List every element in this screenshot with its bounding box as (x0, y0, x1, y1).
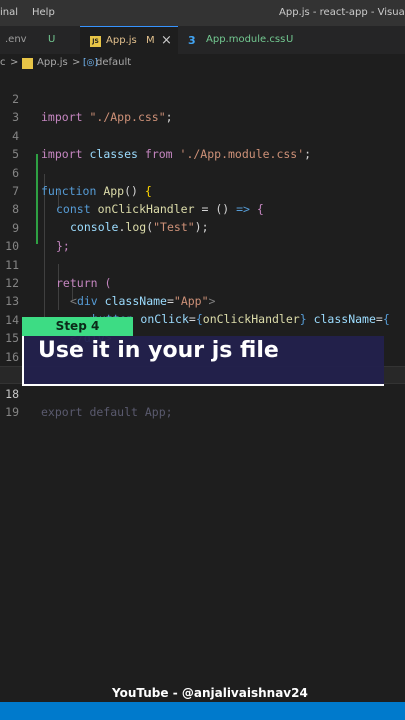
code-line-5: 5 (0, 127, 405, 161)
tab-label: App.module.css (206, 34, 286, 45)
close-icon[interactable]: × (161, 33, 172, 48)
caption-box: Use it in your js file (22, 336, 384, 386)
tab-env[interactable]: .env U (0, 26, 78, 54)
line-number: 19 (5, 405, 19, 419)
youtube-credit: YouTube - @anjalivaishnav24 (112, 686, 308, 700)
caption-text: Use it in your js file (38, 338, 279, 363)
code-line-9: 9 }; (0, 201, 405, 253)
menu-terminal[interactable]: inal (0, 7, 18, 18)
code-line-10: 10 (0, 219, 405, 253)
breadcrumb-folder[interactable]: c (0, 57, 6, 68)
code-line-6: 6 function App() { (0, 146, 405, 198)
menu-help[interactable]: Help (32, 7, 55, 18)
status-bar: YouTube - @anjalivaishnav24 (0, 686, 405, 720)
code-line-14: 14 </div> (0, 293, 405, 345)
tab-status: M (146, 35, 155, 46)
tab-status: U (48, 34, 56, 45)
tab-bar: .env U JS App.js M × 3 App.module.css U (0, 26, 405, 54)
code-line-19: 19 (0, 385, 405, 419)
breadcrumb: c > App.js > [◎] default (0, 54, 405, 72)
code-line-12: 12 <div className="App"> (0, 256, 405, 308)
breadcrumb-separator: > (72, 57, 81, 68)
javascript-file-icon: JS (90, 36, 101, 47)
code-line-4: 4 import classes from './App.module.css'… (0, 109, 405, 161)
breadcrumb-file[interactable]: App.js (37, 57, 68, 68)
breadcrumb-separator: > (10, 57, 19, 68)
tab-app-module-css[interactable]: 3 App.module.css U (180, 26, 315, 54)
javascript-file-icon (22, 58, 33, 69)
tab-label: App.js (106, 35, 137, 46)
window-title: App.js - react-app - Visual S (279, 7, 405, 18)
css-file-icon: 3 (188, 34, 196, 47)
code-line-13: 13 <button onClick={onClickHandler} clas… (0, 274, 405, 326)
ghost-code: export default App; (41, 405, 173, 419)
title-bar: inal Help App.js - react-app - Visual S (0, 0, 405, 26)
code-line-11: 11 return ( (0, 238, 405, 290)
step-badge: Step 4 (22, 317, 133, 336)
tab-label: .env (5, 34, 27, 45)
tab-status: U (286, 34, 294, 45)
tab-app-js[interactable]: JS App.js M × (80, 26, 178, 54)
code-line-7: 7 const onClickHandler = () => { (0, 164, 405, 216)
code-line-3: 3 (0, 90, 405, 124)
code-line-2: 2 import "./App.css"; (0, 72, 405, 124)
code-line-8: 8 console.log("Test"); (0, 182, 405, 234)
breadcrumb-symbol[interactable]: default (96, 57, 131, 68)
